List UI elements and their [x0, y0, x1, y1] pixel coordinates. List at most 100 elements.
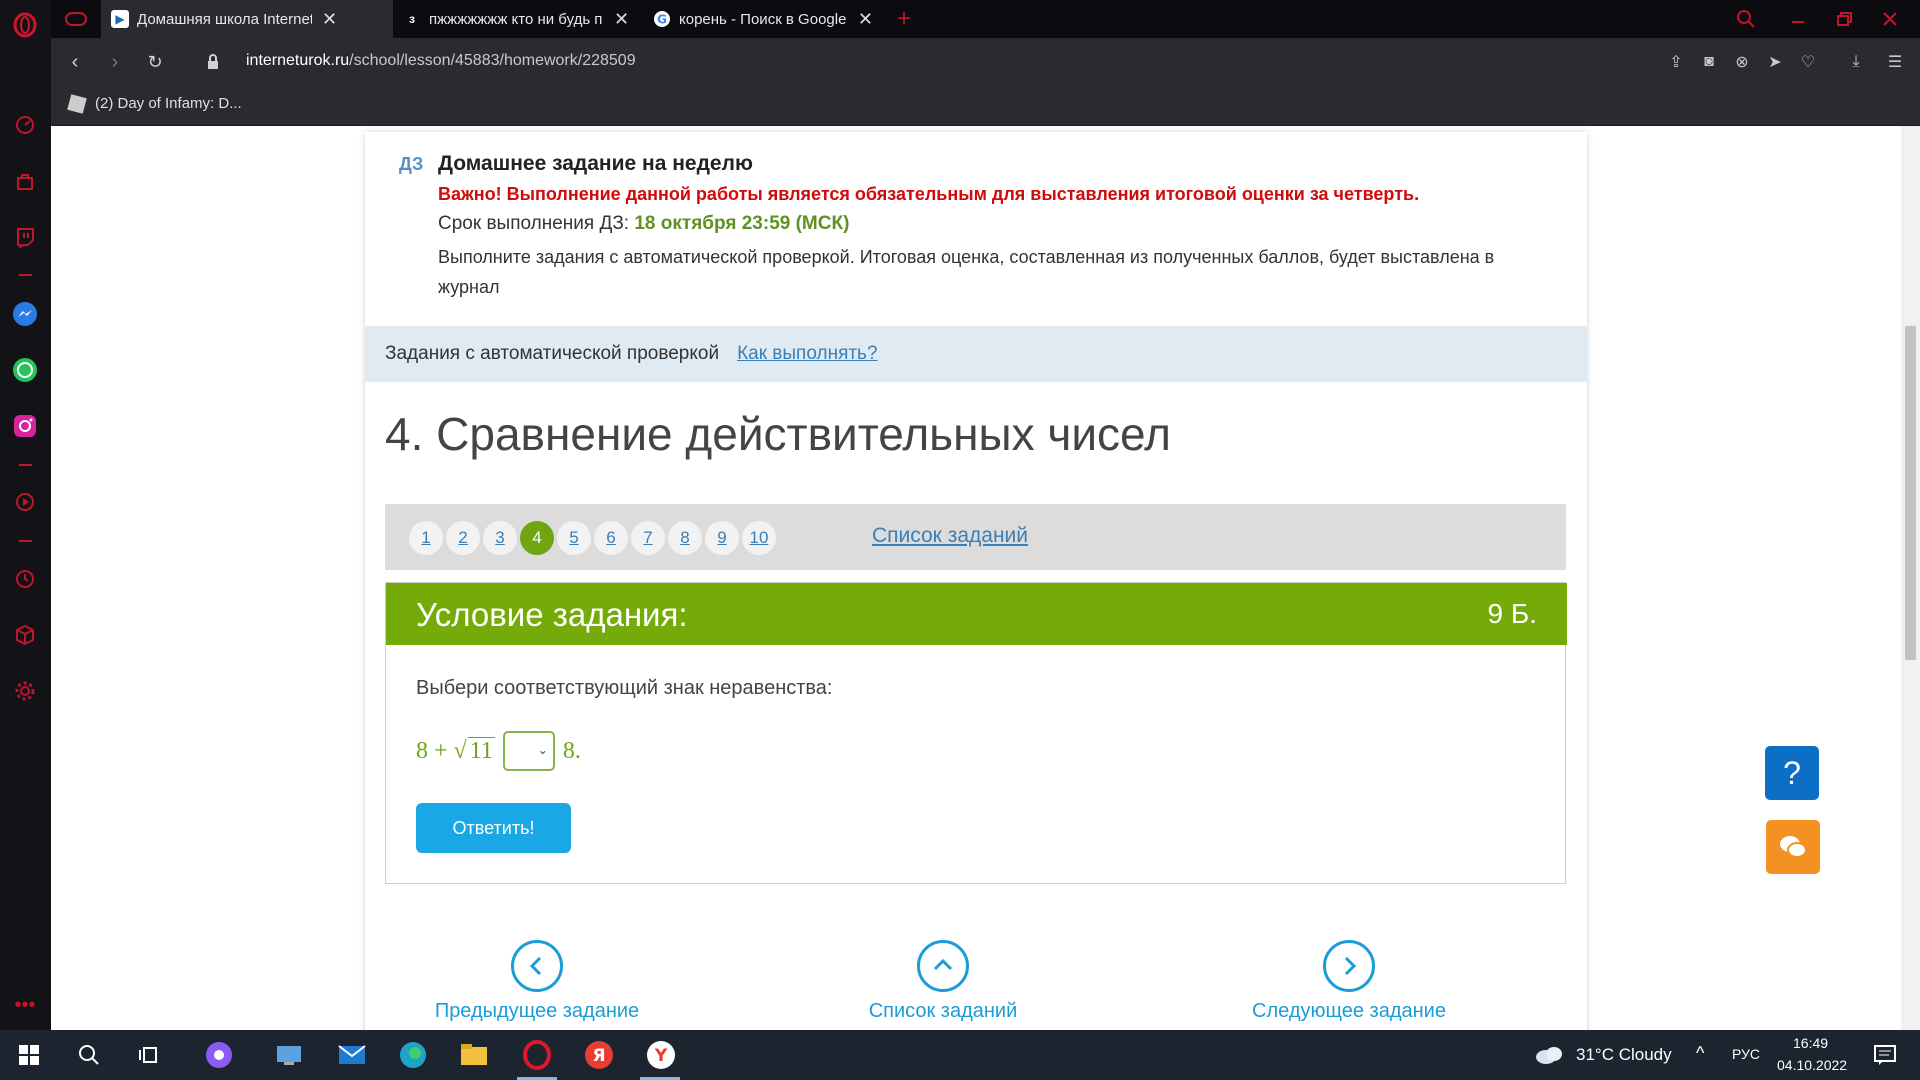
minimize-icon[interactable]: [1783, 4, 1813, 34]
close-tab-icon[interactable]: ✕: [614, 9, 629, 30]
help-button[interactable]: ?: [1765, 746, 1819, 800]
pager-item-active[interactable]: 4: [520, 521, 554, 555]
svg-text:Я: Я: [592, 1046, 605, 1066]
back-icon[interactable]: ‹: [63, 50, 87, 74]
url-path: /school/lesson/45883/homework/228509: [349, 52, 636, 69]
chevron-up-tray-icon[interactable]: ^: [1696, 1043, 1704, 1064]
tab-strip: ▶ Домашняя школа Internet ✕ з пжжжжжжж к…: [51, 0, 1920, 38]
inequality-sign-select[interactable]: ⌄: [502, 731, 555, 771]
shopping-bag-icon[interactable]: [10, 166, 40, 196]
file-explorer-icon[interactable]: [457, 1038, 491, 1072]
svg-text:Y: Y: [654, 1046, 668, 1066]
windows-start-icon[interactable]: [12, 1038, 46, 1072]
pager-item[interactable]: 6: [594, 521, 628, 555]
clock-time[interactable]: 16:49: [1793, 1035, 1828, 1051]
pager-item[interactable]: 3: [483, 521, 517, 555]
alice-assistant-icon[interactable]: [202, 1038, 236, 1072]
task-list-label[interactable]: Список заданий: [823, 1000, 1063, 1023]
task-pager: 1 2 3 4 5 6 7 8 9 10 Список заданий: [385, 504, 1566, 570]
how-to-link[interactable]: Как выполнять?: [737, 343, 877, 365]
whatsapp-icon[interactable]: [10, 355, 40, 385]
messenger-icon[interactable]: [10, 299, 40, 329]
cloudy-weather-icon[interactable]: [1532, 1038, 1566, 1072]
pager-item[interactable]: 1: [409, 521, 443, 555]
close-window-icon[interactable]: [1875, 4, 1905, 34]
task-condition-box: Условие задания: 9 Б. Выбери соответству…: [385, 582, 1567, 884]
page-viewport: ДЗ Домашнее задание на неделю Важно! Вып…: [51, 126, 1901, 1030]
next-task-nav[interactable]: Следующее задание: [1229, 940, 1469, 1023]
bookmark-item[interactable]: (2) Day of Infamy: D...: [67, 93, 242, 114]
edge-browser-icon[interactable]: [396, 1038, 430, 1072]
submit-answer-button[interactable]: Ответить!: [416, 803, 571, 853]
restore-icon[interactable]: [1829, 4, 1859, 34]
extensions-cube-icon[interactable]: [10, 620, 40, 650]
search-tabs-icon[interactable]: [1731, 4, 1761, 34]
share-icon[interactable]: ⇪: [1666, 52, 1686, 72]
tab-title: пжжжжжжж кто ни будь п: [429, 10, 603, 28]
download-icon[interactable]: ⤓: [1846, 52, 1866, 72]
chat-bubbles-icon: [1780, 836, 1807, 858]
pager-item[interactable]: 5: [557, 521, 591, 555]
lock-icon: [201, 50, 225, 74]
sidebar-divider: [19, 274, 32, 276]
chevron-left-icon[interactable]: [511, 940, 563, 992]
task-list-nav[interactable]: Список заданий: [823, 940, 1063, 1023]
search-icon[interactable]: [72, 1038, 106, 1072]
player-icon[interactable]: [10, 487, 40, 517]
clock-date[interactable]: 04.10.2022: [1777, 1057, 1847, 1073]
chevron-right-icon[interactable]: [1323, 940, 1375, 992]
page-scrollbar[interactable]: [1901, 126, 1920, 1030]
next-task-label[interactable]: Следующее задание: [1229, 1000, 1469, 1023]
close-tab-icon[interactable]: ✕: [858, 9, 873, 30]
google-favicon-icon: G: [653, 10, 671, 28]
reload-icon[interactable]: ↻: [143, 50, 167, 74]
tab-interneturok[interactable]: ▶ Домашняя школа Internet ✕: [101, 0, 393, 38]
bookmark-heart-icon[interactable]: ♡: [1798, 52, 1818, 72]
adblock-icon[interactable]: ⊗: [1732, 52, 1752, 72]
url-host: interneturok.ru: [246, 52, 350, 69]
pager-item[interactable]: 9: [705, 521, 739, 555]
mail-icon[interactable]: [335, 1038, 369, 1072]
easy-setup-icon[interactable]: ☰: [1885, 52, 1905, 72]
history-icon[interactable]: [10, 564, 40, 594]
opera-taskbar-icon[interactable]: [520, 1038, 554, 1072]
weather-text[interactable]: 31°C Cloudy: [1576, 1045, 1672, 1065]
send-icon[interactable]: ➤: [1765, 52, 1785, 72]
task-list-link[interactable]: Список заданий: [872, 524, 1028, 548]
new-tab-button[interactable]: +: [887, 0, 921, 38]
prev-task-label[interactable]: Предыдущее задание: [417, 1000, 657, 1023]
scrollbar-thumb[interactable]: [1905, 326, 1916, 660]
twitch-icon[interactable]: [10, 222, 40, 252]
pager-item[interactable]: 7: [631, 521, 665, 555]
snapshot-camera-icon[interactable]: ◙: [1699, 52, 1719, 72]
notifications-icon[interactable]: [1868, 1038, 1902, 1072]
pager-item[interactable]: 2: [446, 521, 480, 555]
task-question: Выбери соответствующий знак неравенства:: [416, 677, 833, 699]
language-indicator[interactable]: РУС: [1732, 1046, 1760, 1062]
tab-google[interactable]: G корень - Поиск в Google ✕: [643, 0, 883, 38]
instagram-icon[interactable]: [10, 411, 40, 441]
task-heading: 4. Сравнение действительных чисел: [385, 408, 1171, 460]
homework-tag: ДЗ: [399, 154, 424, 174]
opera-logo-icon[interactable]: [10, 10, 40, 40]
chevron-up-icon[interactable]: [917, 940, 969, 992]
homework-description: Выполните задания с автоматической прове…: [438, 247, 1495, 297]
forward-icon[interactable]: ›: [103, 50, 127, 74]
yandex-browser-icon[interactable]: Я: [582, 1038, 616, 1072]
settings-gear-icon[interactable]: [10, 676, 40, 706]
desktop-app-icon[interactable]: [272, 1038, 306, 1072]
tab-znanija[interactable]: з пжжжжжжж кто ни будь п ✕: [393, 0, 643, 38]
more-dots-icon[interactable]: •••: [10, 990, 40, 1020]
url-field[interactable]: interneturok.ru/school/lesson/45883/home…: [246, 52, 636, 70]
chat-button[interactable]: [1766, 820, 1820, 874]
speed-dial-icon[interactable]: [10, 110, 40, 140]
pager-item[interactable]: 10: [742, 521, 776, 555]
yandex-app-icon[interactable]: Y: [644, 1038, 678, 1072]
prev-task-nav[interactable]: Предыдущее задание: [417, 940, 657, 1023]
math-right: 8.: [562, 737, 581, 764]
task-view-icon[interactable]: [132, 1038, 166, 1072]
pager-item[interactable]: 8: [668, 521, 702, 555]
close-tab-icon[interactable]: ✕: [322, 9, 337, 30]
gamepad-icon[interactable]: [61, 4, 91, 34]
tab-title: корень - Поиск в Google: [679, 10, 847, 28]
